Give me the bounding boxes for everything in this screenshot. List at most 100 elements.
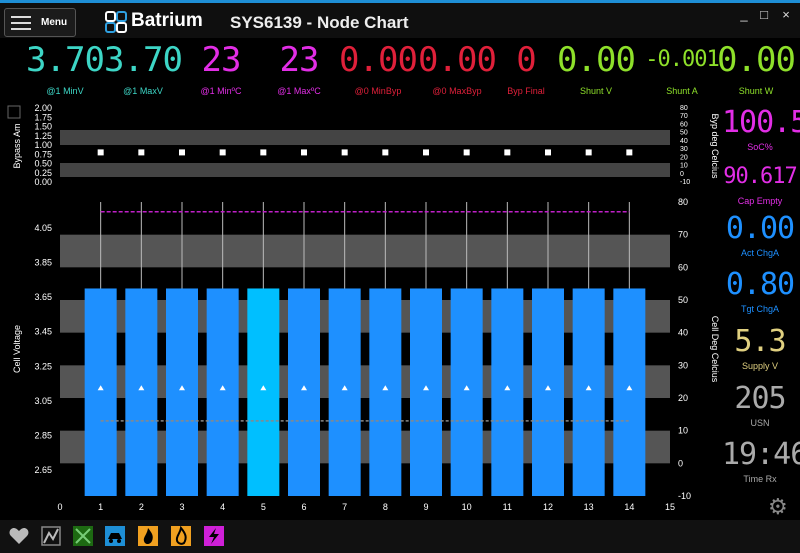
cell-bar (125, 288, 158, 496)
bypass-point (341, 149, 348, 156)
readout-2: 23 @1 MinºC (181, 40, 261, 96)
heart-icon[interactable] (8, 525, 30, 547)
readout-value: 23 (201, 40, 242, 80)
bypass-y2tick: 70 (680, 113, 688, 120)
close-button[interactable]: × (778, 7, 794, 22)
cell-xtick: 10 (462, 502, 472, 512)
bypass-point (260, 149, 267, 156)
cell-xtick: 1 (98, 502, 103, 512)
bolt-icon[interactable] (203, 525, 225, 547)
readout-8: -0.001 Shunt A (642, 40, 722, 96)
cell-xtick: 2 (139, 502, 144, 512)
cell-bar (450, 288, 483, 496)
cell-y2tick: 70 (678, 230, 688, 240)
bypass-point (179, 149, 185, 156)
readout-label: @1 MinV (46, 86, 84, 96)
window-title: SYS6139 - Node Chart (230, 13, 409, 32)
cell-bar (247, 288, 280, 496)
hamburger-icon (11, 16, 31, 30)
cell-xtick: 15 (665, 502, 675, 512)
cell-xtick: 6 (301, 502, 306, 512)
readout-label: Shunt V (579, 86, 613, 96)
cell-xtick: 12 (543, 502, 553, 512)
cell-band (60, 202, 670, 235)
bypass-chart: 2.001.751.501.251.000.750.500.250.008070… (7, 103, 720, 187)
batrium-logo-icon (105, 11, 127, 33)
bypass-point (97, 149, 104, 156)
bypass-y2tick: -10 (680, 179, 690, 186)
cell-xtick: 14 (624, 502, 634, 512)
cell-xtick: 7 (342, 502, 347, 512)
bypass-y2label: Byp deg Celcius (710, 113, 720, 179)
readout-value: 0.00 (557, 40, 636, 80)
cell-ytick: 3.05 (34, 396, 52, 406)
readout-label: Shunt W (738, 86, 774, 96)
cell-bar (491, 288, 524, 496)
car-icon[interactable] (104, 525, 126, 547)
readout-7: 0.00 Shunt V (556, 40, 636, 96)
cell-xtick: 0 (57, 502, 62, 512)
bypass-point (301, 149, 307, 156)
cell-xtick: 4 (220, 502, 225, 512)
bypass-ylabel: Bypass Am (12, 123, 22, 168)
readout-label: Byp Final (507, 86, 545, 96)
cell-y2tick: 20 (678, 393, 688, 403)
bypass-y2tick: 30 (680, 146, 688, 153)
readout-value: 0.00 (418, 40, 497, 80)
menu-label: Menu (41, 17, 68, 28)
cell-ytick: 3.85 (34, 258, 52, 268)
map-icon[interactable] (72, 525, 94, 547)
bypass-y2tick: 10 (680, 163, 688, 170)
cell-y2tick: 50 (678, 295, 688, 305)
cell-y2tick: 40 (678, 328, 688, 338)
bypass-ytick: 0.00 (34, 177, 52, 187)
bottom-toolbar (0, 520, 800, 553)
readout-value: 0 (516, 40, 536, 80)
bypass-y2tick: 40 (680, 138, 688, 145)
minimize-button[interactable]: _ (736, 7, 752, 22)
bypass-point (138, 149, 145, 156)
flame-icon[interactable] (170, 525, 192, 547)
network-icon[interactable] (40, 525, 62, 547)
cell-xtick: 8 (383, 502, 388, 512)
readout-4: 0.00 @0 MinByp (338, 40, 418, 96)
readout-value: 23 (279, 40, 320, 80)
bypass-point (626, 149, 633, 156)
cell-ytick: 3.25 (34, 361, 52, 371)
cell-y2tick: 30 (678, 360, 688, 370)
title-bar: Menu Batrium SYS6139 - Node Chart _ □ × (0, 0, 800, 38)
fire-icon[interactable] (137, 525, 159, 547)
readout-value: 0.00 (339, 40, 418, 80)
readout-6: 0 Byp Final (486, 40, 566, 96)
readout-value: 0.00 (717, 40, 796, 80)
bypass-point (423, 149, 429, 156)
readout-label: @1 MinºC (200, 86, 242, 96)
cell-bar (84, 288, 117, 496)
cell-ylabel: Cell Voltage (12, 325, 22, 373)
readout-label: @0 MaxByp (432, 86, 482, 96)
cell-y2tick: 10 (678, 426, 688, 436)
bypass-y2tick: 0 (680, 171, 684, 178)
node-charts: 2.001.751.501.251.000.750.500.250.008070… (7, 103, 720, 512)
readout-label: Shunt A (666, 86, 698, 96)
bypass-y2tick: 60 (680, 121, 688, 128)
cell-bar (328, 288, 361, 496)
menu-button[interactable]: Menu (4, 8, 76, 37)
cell-y2tick: 80 (678, 197, 688, 207)
cell-ytick: 3.45 (34, 327, 52, 337)
bypass-point (463, 149, 470, 156)
brand-name: Batrium (131, 10, 203, 31)
bypass-band (60, 163, 670, 177)
readout-value: -0.001 (645, 47, 719, 72)
maximize-button[interactable]: □ (756, 7, 772, 22)
readout-value: 3.70 (26, 40, 105, 80)
settings-gear-icon[interactable]: ⚙ (768, 494, 788, 520)
cell-ytick: 3.65 (34, 292, 52, 302)
bypass-band (60, 130, 670, 145)
cell-xtick: 3 (179, 502, 184, 512)
readout-label: @1 MaxV (123, 86, 163, 96)
readout-1: 3.70 @1 MaxV (103, 40, 183, 96)
readout-5: 0.00 @0 MaxByp (417, 40, 497, 96)
cell-voltage-chart: 4.053.853.653.453.253.052.852.6580706050… (12, 197, 720, 512)
bypass-y2tick: 50 (680, 130, 688, 137)
